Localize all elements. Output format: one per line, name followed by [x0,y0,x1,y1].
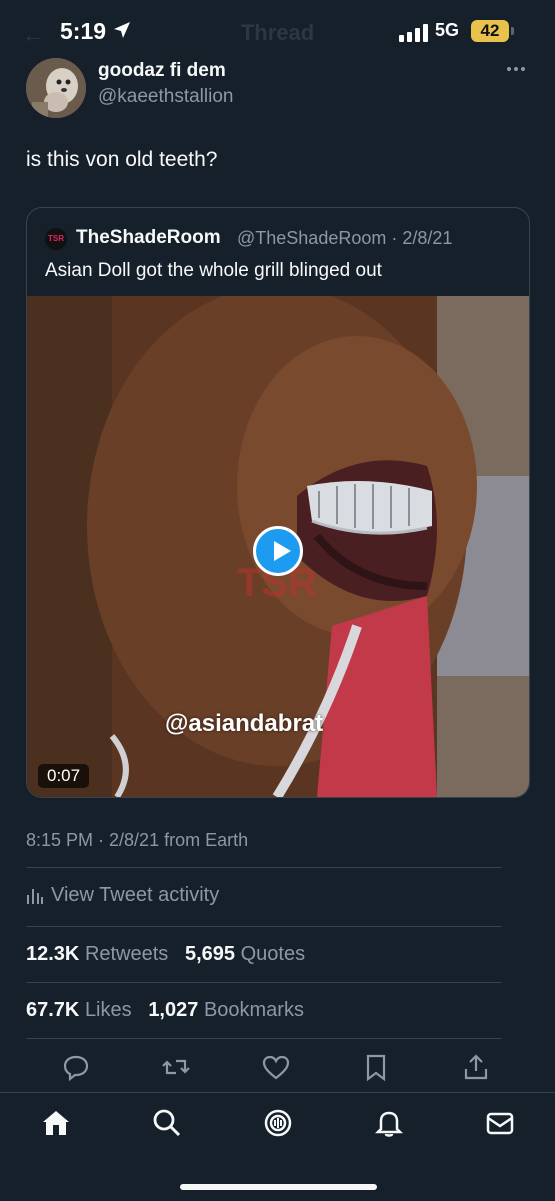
like-icon[interactable] [261,1052,291,1082]
battery-nub [511,27,514,35]
author-handle[interactable]: @kaeethstallion [98,86,233,108]
cellular-signal-icon [399,24,428,42]
tweet-timestamp: 8:15 PM · 2/8/21 from Earth [26,830,249,850]
video-overlay-tag: @asiandabrat [165,710,324,737]
battery-indicator: 42 [471,20,509,42]
messages-icon[interactable] [484,1107,516,1139]
divider [26,926,502,927]
search-icon[interactable] [151,1107,183,1139]
share-icon[interactable] [461,1052,491,1082]
bookmark-icon[interactable] [361,1052,391,1082]
retweets-stat[interactable]: 12.3K Retweets [26,943,168,965]
status-time: 5:19 [60,18,107,44]
bookmarks-stat[interactable]: 1,027 Bookmarks [148,999,304,1021]
divider [26,982,502,983]
play-button[interactable] [253,526,303,576]
video-duration: 0:07 [38,764,90,788]
divider [26,1038,502,1039]
notifications-icon[interactable] [373,1107,405,1139]
home-icon[interactable] [40,1107,72,1139]
activity-label: View Tweet activity [51,884,220,906]
spaces-icon[interactable] [262,1107,294,1139]
quoted-tweet-card[interactable]: TSR TheShadeRoom @TheShadeRoom · 2/8/21 … [26,207,530,798]
view-activity-link[interactable]: View Tweet activity [26,884,219,907]
quoted-tweet-text: Asian Doll got the whole grill blinged o… [45,260,382,281]
home-indicator[interactable] [180,1184,377,1190]
retweet-quote-stats: 12.3K Retweets 5,695 Quotes [26,943,305,966]
tweet-text: is this von old teeth? [26,148,218,171]
quotes-stat[interactable]: 5,695 Quotes [185,943,305,965]
likes-stat[interactable]: 67.7K Likes [26,999,132,1021]
retweet-icon[interactable] [161,1052,191,1082]
location-arrow-icon [114,22,130,38]
more-options-icon[interactable] [505,58,527,80]
reply-icon[interactable] [61,1052,91,1082]
video-player[interactable]: TSR @asiandabrat 0:07 [27,296,529,797]
network-type: 5G [435,20,460,40]
avatar[interactable] [26,58,86,118]
likes-bookmarks-stats: 67.7K Likes 1,027 Bookmarks [26,999,304,1022]
quoted-avatar: TSR [45,228,67,250]
analytics-icon [27,888,43,904]
quoted-handle-date: @TheShadeRoom · 2/8/21 [237,228,453,248]
author-name[interactable]: goodaz fi dem [98,60,226,82]
quoted-author-name: TheShadeRoom [76,227,221,248]
divider [26,867,502,868]
